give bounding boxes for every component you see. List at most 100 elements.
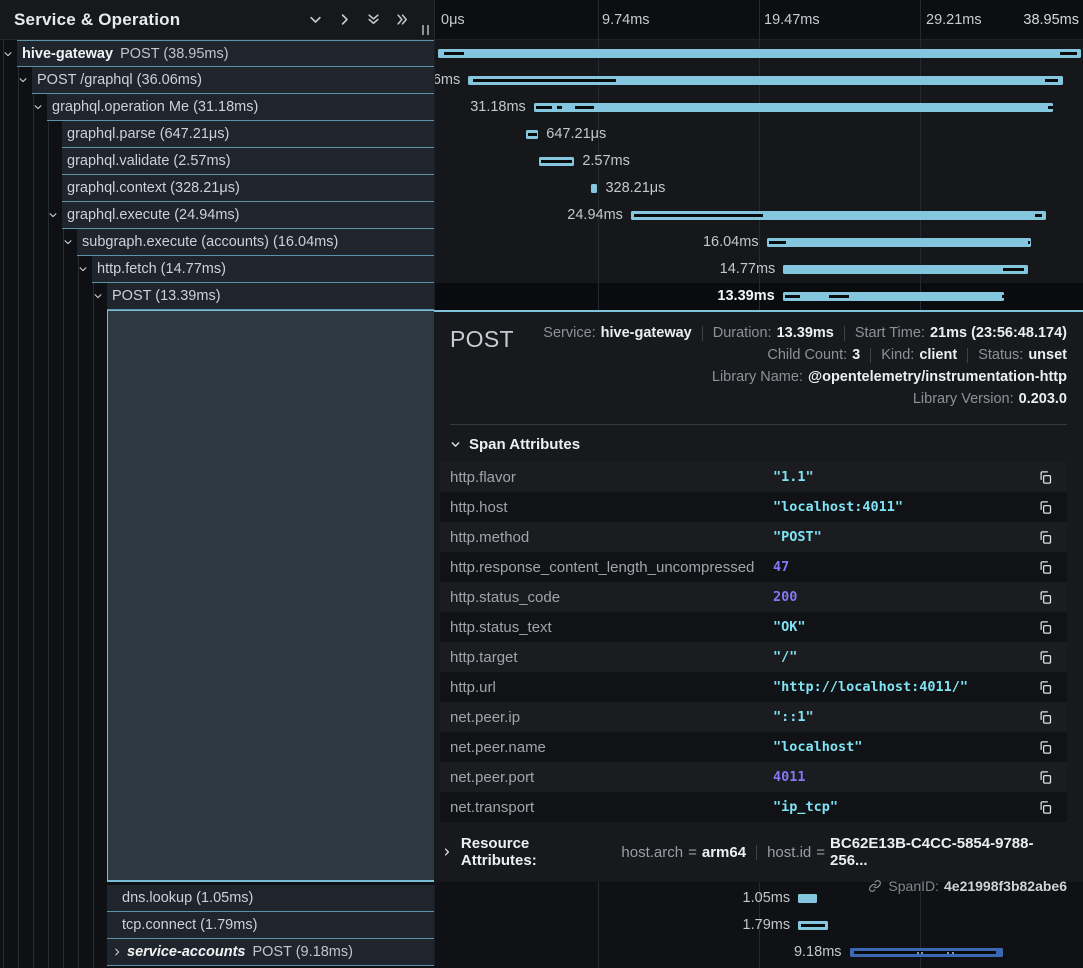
meta-value: 21ms (23:56:48.174) xyxy=(930,325,1067,341)
copy-icon-button[interactable] xyxy=(1033,797,1057,817)
span-tree-row[interactable]: graphql.operation Me (31.18ms) xyxy=(0,94,434,121)
bar-duration-label: 13.39ms xyxy=(717,283,774,310)
bar-tick xyxy=(785,295,801,298)
chevron-down-icon[interactable] xyxy=(93,291,103,301)
span-tree-row[interactable]: http.fetch (14.77ms) xyxy=(0,256,434,283)
attribute-key: http.status_text xyxy=(440,619,773,636)
span-attributes-title: Span Attributes xyxy=(469,436,580,453)
span-tree-row[interactable]: graphql.parse (647.21μs) xyxy=(0,121,434,148)
chevron-down-icon[interactable] xyxy=(3,49,13,59)
span-duration-bar[interactable] xyxy=(798,921,828,930)
span-duration-bar[interactable] xyxy=(798,894,817,903)
resource-attributes-title: Resource Attributes: xyxy=(461,835,608,869)
span-label: http.fetch (14.77ms) xyxy=(97,261,226,277)
bar-tick xyxy=(473,79,616,82)
attribute-value: "localhost:4011" xyxy=(773,499,1033,515)
span-duration-bar[interactable] xyxy=(539,157,574,166)
span-tree-row[interactable]: graphql.execute (24.94ms) xyxy=(0,202,434,229)
span-label: service-accountsPOST (9.18ms) xyxy=(127,944,353,960)
copy-icon-button[interactable] xyxy=(1033,737,1057,757)
span-label: tcp.connect (1.79ms) xyxy=(122,917,257,933)
span-duration-bar[interactable] xyxy=(850,948,1003,957)
span-duration-bar[interactable] xyxy=(767,238,1032,247)
copy-icon-button[interactable] xyxy=(1033,677,1057,697)
chevron-down-icon[interactable] xyxy=(78,264,88,274)
bar-duration-label: 14.77ms xyxy=(720,256,776,283)
double-chevron-right-icon[interactable] xyxy=(395,12,410,27)
bar-duration-label: 36.06ms xyxy=(434,67,460,94)
attribute-key: net.transport xyxy=(440,799,773,816)
service-name: hive-gateway xyxy=(22,46,113,62)
chevron-down-icon[interactable] xyxy=(33,102,43,112)
span-tree-row[interactable]: dns.lookup (1.05ms) xyxy=(0,885,434,912)
resource-equals: = xyxy=(816,844,825,861)
span-duration-bar[interactable] xyxy=(591,184,597,193)
chevron-down-icon[interactable] xyxy=(308,12,323,27)
resource-separator xyxy=(756,845,757,860)
span-tree-row-inner: graphql.validate (2.57ms) xyxy=(62,148,434,175)
copy-icon-button[interactable] xyxy=(1033,557,1057,577)
span-tree-row[interactable]: graphql.context (328.21μs) xyxy=(0,175,434,202)
link-icon[interactable] xyxy=(868,879,882,893)
span-tree-row[interactable]: service-accountsPOST (9.18ms) xyxy=(0,939,434,966)
span-attributes-section-header[interactable]: Span Attributes xyxy=(450,436,1067,453)
resource-attributes-row[interactable]: Resource Attributes: host.arch=arm64host… xyxy=(442,835,1067,869)
bar-duration-label: 647.21μs xyxy=(546,121,606,148)
span-duration-bar[interactable] xyxy=(783,292,1005,301)
meta-label: Duration: xyxy=(713,325,772,341)
bar-tick xyxy=(1002,295,1004,298)
copy-icon-button[interactable] xyxy=(1033,467,1057,487)
span-tree-row[interactable]: graphql.validate (2.57ms) xyxy=(0,148,434,175)
attribute-value: 200 xyxy=(773,589,1033,605)
bar-tick xyxy=(575,106,594,109)
resource-value: arm64 xyxy=(702,844,746,861)
span-duration-bar[interactable] xyxy=(526,130,538,139)
panel-resize-handle[interactable] xyxy=(422,25,429,35)
bar-tick xyxy=(829,295,849,298)
bar-duration-label: 328.21μs xyxy=(605,175,665,202)
span-tree-row[interactable]: hive-gatewayPOST (38.95ms) xyxy=(0,40,434,67)
bar-duration-label: 31.18ms xyxy=(470,94,526,121)
span-tree-row[interactable]: POST /graphql (36.06ms) xyxy=(0,67,434,94)
copy-icon-button[interactable] xyxy=(1033,647,1057,667)
copy-icon-button[interactable] xyxy=(1033,707,1057,727)
span-duration-bar[interactable] xyxy=(631,211,1046,220)
timeline-tick-label: 9.74ms xyxy=(602,0,650,40)
span-duration-bar[interactable] xyxy=(438,49,1081,58)
span-label: graphql.execute (24.94ms) xyxy=(67,207,240,223)
bar-duration-label: 1.79ms xyxy=(743,912,791,939)
span-tree-row[interactable]: subgraph.execute (accounts) (16.04ms) xyxy=(0,229,434,256)
bar-tick xyxy=(854,951,996,954)
span-tree-row-inner: dns.lookup (1.05ms) xyxy=(107,885,434,912)
chevron-down-icon[interactable] xyxy=(18,75,28,85)
attribute-row: net.peer.name"localhost" xyxy=(440,732,1067,762)
copy-icon-button[interactable] xyxy=(1033,587,1057,607)
span-tree-row[interactable]: tcp.connect (1.79ms) xyxy=(0,912,434,939)
span-duration-bar[interactable] xyxy=(783,265,1027,274)
meta-label: Child Count: xyxy=(767,347,847,363)
bar-tick xyxy=(536,106,552,109)
chevron-down-icon[interactable] xyxy=(63,237,73,247)
span-id-row: SpanID: 4e21998f3b82abe6 xyxy=(450,878,1067,894)
double-chevron-down-icon[interactable] xyxy=(366,12,381,27)
copy-icon-button[interactable] xyxy=(1033,617,1057,637)
copy-icon-button[interactable] xyxy=(1033,527,1057,547)
span-label: graphql.parse (647.21μs) xyxy=(67,126,229,142)
chevron-down-icon[interactable] xyxy=(48,210,58,220)
span-tree-row[interactable]: POST (13.39ms) xyxy=(0,283,434,310)
span-tree-row-inner: graphql.context (328.21μs) xyxy=(62,175,434,202)
copy-icon-button[interactable] xyxy=(1033,497,1057,517)
meta-separator xyxy=(870,348,871,363)
bar-tick xyxy=(541,160,572,163)
span-duration-bar[interactable] xyxy=(468,76,1063,85)
span-duration-bar[interactable] xyxy=(534,103,1054,112)
chevron-right-icon[interactable] xyxy=(337,12,352,27)
meta-value: client xyxy=(919,347,957,363)
attribute-row: http.target"/" xyxy=(440,642,1067,672)
chevron-right-icon[interactable] xyxy=(112,947,122,957)
timeline-row: 14.77ms xyxy=(434,256,1083,283)
meta-label: Library Version: xyxy=(913,391,1014,407)
attribute-row: net.peer.ip"::1" xyxy=(440,702,1067,732)
copy-icon-button[interactable] xyxy=(1033,767,1057,787)
attribute-value: "1.1" xyxy=(773,469,1033,485)
